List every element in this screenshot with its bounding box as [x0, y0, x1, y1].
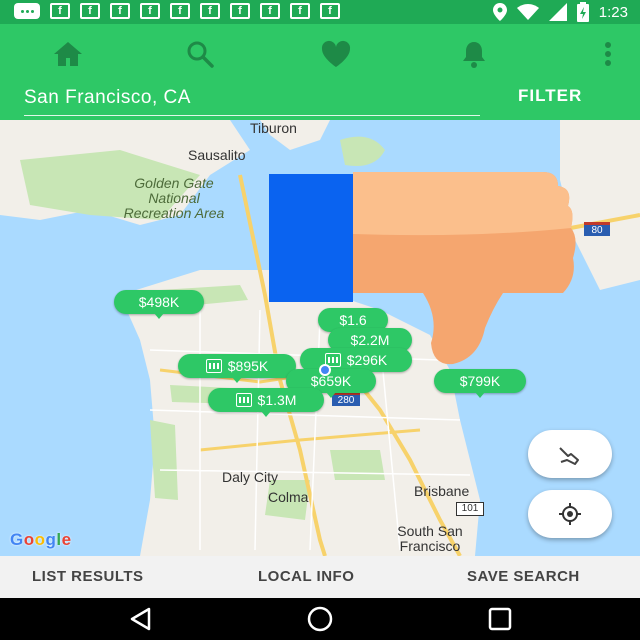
bottom-actions: LIST RESULTS LOCAL INFO SAVE SEARCH [0, 556, 640, 598]
filter-button[interactable]: FILTER [518, 86, 582, 106]
home-icon[interactable] [48, 34, 88, 74]
price-pin[interactable]: $895K [178, 354, 296, 383]
highway-shield: 101 [456, 502, 484, 516]
facebook-notification-icon: f [110, 3, 130, 19]
app-toolbar: FILTER [0, 24, 640, 120]
place-label: Tiburon [250, 120, 297, 136]
my-location-icon [559, 503, 581, 525]
price-pin[interactable]: $799K [434, 369, 526, 398]
my-location-button[interactable] [528, 490, 612, 538]
facebook-notification-icon: f [140, 3, 160, 19]
hand-pointer-icon [559, 447, 579, 465]
facebook-notification-icon: f [260, 3, 280, 19]
park-label: Golden Gate National Recreation Area [123, 175, 225, 221]
location-input[interactable] [24, 82, 480, 114]
location-search[interactable] [24, 82, 480, 116]
place-label: Brisbane [414, 483, 470, 499]
list-results-button[interactable]: LIST RESULTS [32, 568, 144, 585]
notification-icons: f f f f f f f f f f [14, 3, 340, 19]
search-icon[interactable] [180, 34, 220, 74]
pin-price: $799K [459, 373, 501, 389]
status-bar: f f f f f f f f f f 1:23 [0, 0, 640, 24]
back-icon[interactable] [120, 606, 160, 632]
google-logo: Google [10, 530, 72, 549]
facebook-notification-icon: f [320, 3, 340, 19]
recents-icon[interactable] [480, 606, 520, 632]
place-label: Colma [268, 489, 309, 505]
thumbs-down-icon [353, 172, 576, 365]
location-icon [492, 3, 507, 21]
place-label: Daly City [222, 469, 279, 485]
bell-icon[interactable] [454, 34, 494, 74]
save-search-button[interactable]: SAVE SEARCH [467, 568, 580, 585]
calendar-icon [235, 393, 252, 407]
draw-search-button[interactable] [528, 430, 612, 478]
facebook-notification-icon: f [230, 3, 250, 19]
facebook-notification-icon: f [290, 3, 310, 19]
pin-price: $498K [138, 294, 180, 310]
more-vert-icon[interactable] [588, 34, 628, 74]
facebook-notification-icon: f [200, 3, 220, 19]
heart-icon[interactable] [316, 34, 356, 74]
facebook-notification-icon: f [80, 3, 100, 19]
highway-shield: 80 [584, 222, 610, 236]
facebook-notification-icon: f [170, 3, 190, 19]
price-pin[interactable]: $498K [114, 290, 204, 319]
messages-icon [14, 3, 40, 19]
highway-shield: 280 [332, 392, 360, 406]
clock: 1:23 [598, 3, 628, 21]
signal-icon [548, 3, 567, 21]
system-nav-bar [0, 598, 640, 640]
calendar-icon [205, 359, 222, 373]
pin-price: $895K [227, 358, 269, 374]
map-view[interactable]: Tiburon Sausalito Golden Gate National R… [0, 120, 640, 556]
place-label: Sausalito [188, 147, 246, 163]
pin-price: $659K [310, 373, 352, 389]
place-label: South San Francisco [397, 523, 463, 554]
facebook-notification-icon: f [50, 3, 70, 19]
thumbs-down-cuff [269, 174, 353, 302]
home-nav-icon[interactable] [300, 606, 340, 632]
current-location-dot [319, 364, 331, 376]
battery-charging-icon [576, 2, 589, 22]
pin-price: $1.3M [257, 392, 297, 408]
price-pin[interactable]: $1.3M [208, 388, 324, 417]
wifi-icon [516, 4, 539, 20]
local-info-button[interactable]: LOCAL INFO [258, 568, 354, 585]
